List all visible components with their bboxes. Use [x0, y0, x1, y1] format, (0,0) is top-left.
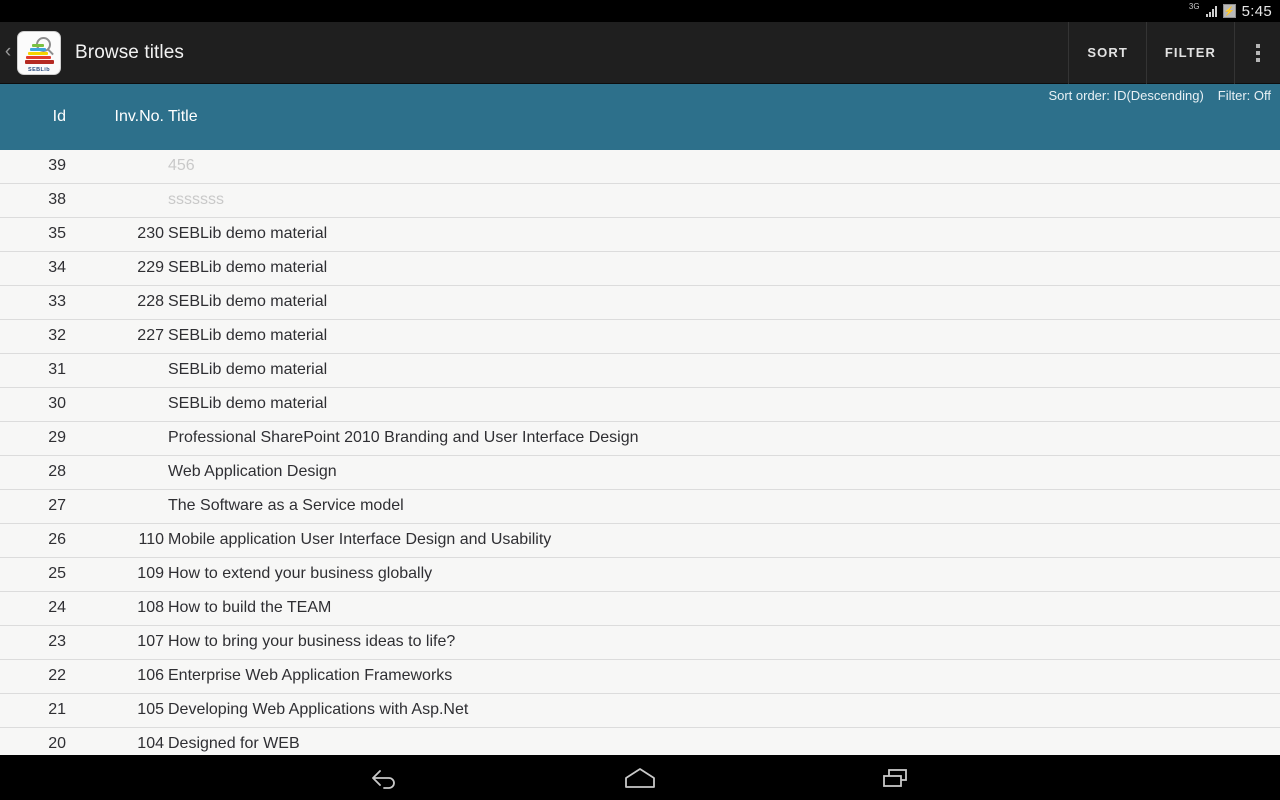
table-row[interactable]: 39 456 — [0, 150, 1280, 184]
cell-title: SEBLib demo material — [168, 395, 328, 412]
cell-id: 30 — [48, 395, 66, 412]
app-icon-label: SEBLib — [28, 66, 50, 73]
status-bar: 3G ⚡ 5:45 — [0, 0, 1280, 22]
cell-title: Developing Web Applications with Asp.Net — [168, 701, 469, 718]
cell-inv-no: 228 — [137, 293, 164, 310]
table-row[interactable]: 30 SEBLib demo material — [0, 388, 1280, 422]
cell-title: How to extend your business globally — [168, 565, 433, 582]
cell-id: 39 — [48, 157, 66, 174]
cell-title: 456 — [168, 157, 195, 174]
table-row[interactable]: 38 sssssss — [0, 184, 1280, 218]
seblib-app-icon[interactable]: SEBLib — [17, 30, 61, 75]
system-navigation-bar — [0, 755, 1280, 800]
table-row[interactable]: 31 SEBLib demo material — [0, 354, 1280, 388]
table-row[interactable]: 33 228 SEBLib demo material — [0, 286, 1280, 320]
cell-id: 31 — [48, 361, 66, 378]
network-type-label: 3G — [1188, 2, 1200, 11]
sort-button[interactable]: SORT — [1068, 21, 1146, 84]
cell-inv-no: 109 — [137, 565, 164, 582]
table-row[interactable]: 26 110 Mobile application User Interface D… — [0, 524, 1280, 558]
column-header-inv-no: Inv.No. — [114, 108, 165, 125]
titles-list[interactable]: 39 456 38 sssssss 35 230 SEBLib demo material 3… — [0, 150, 1280, 755]
book-stack-icon — [25, 43, 55, 64]
cell-id: 27 — [48, 497, 66, 514]
cell-title: Professional SharePoint 2010 Branding an… — [168, 429, 639, 446]
table-row[interactable]: 29 Professional SharePoint 2010 Branding … — [0, 422, 1280, 456]
table-column-headers: Id Inv.No. Title — [0, 108, 1280, 134]
cell-inv-no: 230 — [137, 225, 164, 242]
table-row[interactable]: 22 106 Enterprise Web Application Framewor… — [0, 660, 1280, 694]
cell-title: SEBLib demo material — [168, 293, 328, 310]
filter-button[interactable]: FILTER — [1145, 21, 1234, 84]
cell-inv-no: 107 — [137, 633, 164, 650]
overflow-menu-icon[interactable] — [1234, 21, 1280, 84]
cell-inv-no: 106 — [137, 667, 164, 684]
cell-inv-no: 104 — [137, 735, 164, 752]
sort-order-label: Sort order: ID(Descending) — [1048, 88, 1204, 103]
page-title: Browse titles — [75, 41, 185, 63]
cell-id: 38 — [48, 191, 66, 208]
recents-icon[interactable] — [832, 755, 960, 800]
battery-charging-icon: ⚡ — [1222, 4, 1236, 18]
cell-inv-no: 227 — [137, 327, 164, 344]
cell-title: SEBLib demo material — [168, 259, 328, 276]
table-row[interactable]: 28 Web Application Design — [0, 456, 1280, 490]
up-navigation-chevron-icon[interactable]: ‹ — [0, 42, 16, 63]
cell-inv-no: 229 — [137, 259, 164, 276]
table-row[interactable]: 23 107 How to bring your business ideas to… — [0, 626, 1280, 660]
clock-label: 5:45 — [1241, 2, 1272, 20]
table-row[interactable]: 25 109 How to extend your business globall… — [0, 558, 1280, 592]
column-header-title: Title — [168, 108, 198, 125]
signal-bars-icon — [1205, 5, 1217, 17]
cell-inv-no: 110 — [138, 531, 164, 548]
sort-filter-info-bar: Sort order: ID(Descending) Filter: Off I… — [0, 84, 1280, 150]
cell-title: The Software as a Service model — [168, 497, 404, 514]
cell-title: Designed for WEB — [168, 735, 300, 752]
cell-inv-no: 108 — [137, 599, 164, 616]
table-row[interactable]: 34 229 SEBLib demo material — [0, 252, 1280, 286]
cell-title: How to bring your business ideas to life… — [168, 633, 456, 650]
cell-title: Enterprise Web Application Frameworks — [168, 667, 453, 684]
action-bar: ‹ SEBLib Browse titles SORT FILTER — [0, 21, 1280, 84]
cell-id: 28 — [48, 463, 66, 480]
filter-state-label: Filter: Off — [1217, 88, 1271, 103]
table-row[interactable]: 21 105 Developing Web Applications with As… — [0, 694, 1280, 728]
cell-title: sssssss — [168, 191, 224, 208]
cell-inv-no: 105 — [137, 701, 164, 718]
action-bar-actions: SORT FILTER — [1068, 21, 1280, 84]
cell-title: How to build the TEAM — [168, 599, 332, 616]
cell-title: Web Application Design — [168, 463, 337, 480]
back-icon[interactable] — [320, 755, 448, 800]
cell-title: SEBLib demo material — [168, 361, 328, 378]
android-screen: 3G ⚡ 5:45 ‹ SEBLib Browse titles SORT FI… — [0, 0, 1280, 800]
table-row[interactable]: 32 227 SEBLib demo material — [0, 320, 1280, 354]
table-row[interactable]: 35 230 SEBLib demo material — [0, 218, 1280, 252]
cell-title: Mobile application User Interface Design… — [168, 531, 552, 548]
table-row[interactable]: 24 108 How to build the TEAM — [0, 592, 1280, 626]
cell-title: SEBLib demo material — [168, 327, 328, 344]
table-row[interactable]: 20 104 Designed for WEB — [0, 728, 1280, 755]
sort-filter-status: Sort order: ID(Descending) Filter: Off — [1048, 88, 1271, 103]
cell-id: 29 — [48, 429, 66, 446]
cell-title: SEBLib demo material — [168, 225, 328, 242]
table-row[interactable]: 27 The Software as a Service model — [0, 490, 1280, 524]
home-icon[interactable] — [576, 755, 704, 800]
